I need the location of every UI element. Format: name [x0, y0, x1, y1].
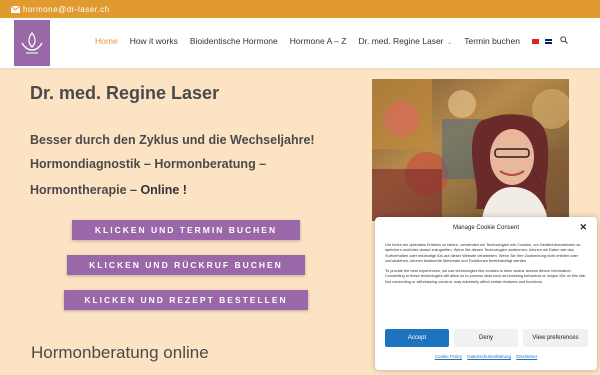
nav-item-home[interactable]: Home — [95, 36, 118, 46]
tagline-line-3-text: Hormontherapie – — [30, 183, 141, 197]
chevron-down-icon: ⌄ — [445, 40, 453, 46]
privacy-policy-link[interactable]: Datenschutzerklärung — [467, 354, 511, 359]
disclaimer-link[interactable]: Disclaimer — [516, 354, 537, 359]
accept-cookies-button[interactable]: Accept — [385, 329, 449, 347]
cookie-text-en: To provide the best experiences, we use … — [385, 268, 587, 284]
section-heading: Hormonberatung online — [31, 343, 209, 362]
lotus-logo-icon — [21, 31, 43, 54]
tagline-online-emphasis: Online ! — [140, 183, 187, 197]
close-icon[interactable]: ✕ — [579, 222, 587, 233]
cookie-text-de: Um Ihnen ein optimales Erlebnis zu biete… — [385, 242, 581, 263]
swiss-flag-icon[interactable] — [531, 38, 539, 44]
order-prescription-button[interactable]: KLICKEN UND REZEPT BESTELLEN — [64, 290, 308, 310]
deny-cookies-button[interactable]: Deny — [454, 329, 518, 347]
site-header: Home How it works Bioidentische Hormone … — [0, 18, 600, 68]
nav-item-hormone-a-z[interactable]: Hormone A – Z — [290, 36, 347, 46]
cookie-consent-dialog: Manage Cookie Consent ✕ Um Ihnen ein opt… — [375, 217, 597, 370]
site-logo[interactable] — [14, 20, 50, 66]
cookie-links: Cookie Policy Datenschutzerklärung Discl… — [375, 354, 597, 359]
book-appointment-button[interactable]: KLICKEN UND TERMIN BUCHEN — [72, 220, 300, 240]
nav-item-bioidentische-hormone[interactable]: Bioidentische Hormone — [190, 36, 278, 46]
search-icon[interactable] — [560, 36, 568, 46]
nav-item-how-it-works[interactable]: How it works — [130, 36, 178, 46]
cookie-dialog-body: Um Ihnen ein optimales Erlebnis zu biete… — [385, 242, 587, 289]
top-bar: hormone@dr-laser.ch — [0, 0, 600, 18]
nav-item-dr-regine-laser[interactable]: Dr. med. Regine Laser ⌄ — [358, 36, 452, 46]
cookie-policy-link[interactable]: Cookie Policy — [435, 354, 462, 359]
book-callback-button[interactable]: KLICKEN UND RÜCKRUF BUCHEN — [67, 255, 305, 275]
view-preferences-button[interactable]: View preferences — [523, 329, 588, 347]
contact-email-link[interactable]: hormone@dr-laser.ch — [23, 5, 110, 14]
page-title: Dr. med. Regine Laser — [30, 83, 220, 103]
nav-item-dr-regine-laser-label: Dr. med. Regine Laser — [358, 36, 444, 46]
tagline-line-3: Hormontherapie – Online ! — [30, 183, 187, 197]
main-nav: Home How it works Bioidentische Hormone … — [95, 36, 568, 46]
mail-icon — [11, 5, 20, 13]
nav-item-termin-buchen[interactable]: Termin buchen — [464, 36, 520, 46]
tagline-line-1: Besser durch den Zyklus und die Wechselj… — [30, 133, 315, 147]
uk-flag-icon[interactable] — [544, 38, 552, 44]
portrait-photo — [372, 79, 569, 221]
tagline-line-2: Hormondiagnostik – Hormonberatung – — [30, 157, 267, 171]
cookie-dialog-title: Manage Cookie Consent — [452, 225, 520, 231]
